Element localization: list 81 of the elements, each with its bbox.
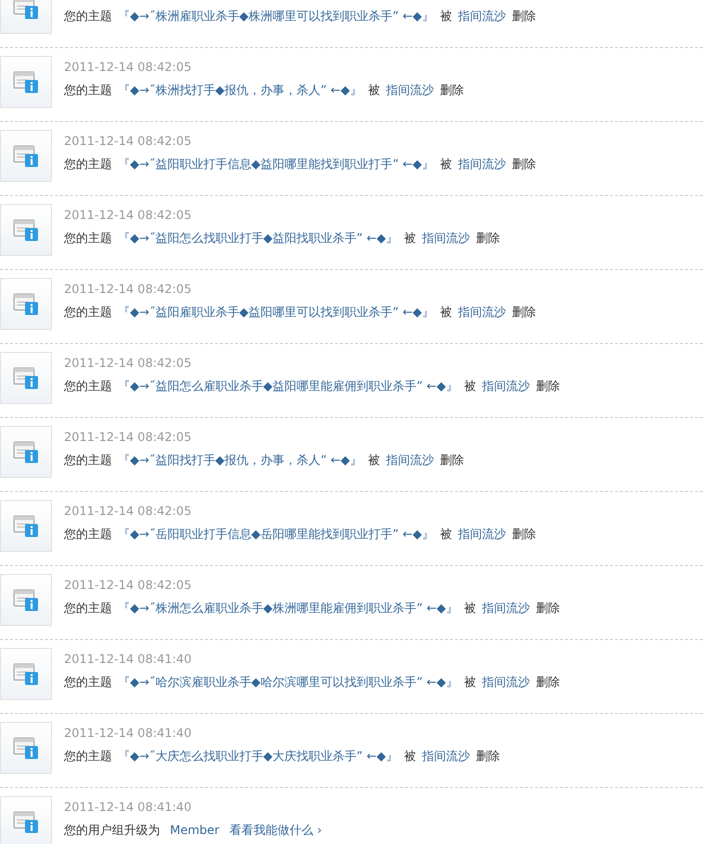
notice-text: 您的主题 <box>64 453 112 467</box>
notice-text: 您的主题 <box>64 601 112 615</box>
notice-text: 删除 <box>512 305 536 319</box>
topic-link[interactable]: 『◆→˝岳阳职业打手信息◆岳阳哪里能找到职业打手” ←◆』 <box>118 527 434 541</box>
user-link[interactable]: 指间流沙 <box>422 231 470 245</box>
notice-icon <box>13 588 39 612</box>
notice-icon <box>13 440 39 464</box>
notice-time: 2011-12-14 08:42:05 <box>64 430 192 444</box>
topic-link[interactable]: 『◆→˝益阳找打手◆报仇，办事，杀人” ←◆』 <box>118 453 362 467</box>
notice-text: 被 <box>464 601 476 615</box>
notice-time: 2011-12-14 08:41:40 <box>64 652 192 666</box>
topic-link[interactable]: 『◆→˝益阳雇职业杀手◆益阳哪里可以找到职业杀手” ←◆』 <box>118 305 434 319</box>
notice-time: 2011-12-14 08:42:05 <box>64 134 192 148</box>
notice-text: 您的主题 <box>64 83 112 97</box>
notice-text: 您的主题 <box>64 379 112 393</box>
notice-text: 您的用户组升级为 <box>64 823 160 837</box>
notice-icon <box>13 0 39 20</box>
topic-link[interactable]: 『◆→˝株洲找打手◆报仇，办事，杀人” ←◆』 <box>118 83 362 97</box>
notice-text: 被 <box>368 83 380 97</box>
notice-text: 删除 <box>536 601 560 615</box>
user-link[interactable]: 指间流沙 <box>458 305 506 319</box>
notice-text: 您的主题 <box>64 749 112 763</box>
notice-time: 2011-12-14 08:42:05 <box>64 578 192 592</box>
user-link[interactable]: 指间流沙 <box>482 379 530 393</box>
notice-text: 删除 <box>440 83 464 97</box>
user-link[interactable]: 指间流沙 <box>458 157 506 171</box>
topic-link[interactable]: 『◆→˝哈尔滨雇职业杀手◆哈尔滨哪里可以找到职业杀手” ←◆』 <box>118 675 458 689</box>
notice-icon <box>13 366 39 390</box>
topic-link[interactable]: 『◆→˝益阳怎么找职业打手◆益阳找职业杀手” ←◆』 <box>118 231 398 245</box>
notice-text: 被 <box>440 157 452 171</box>
user-link[interactable]: 指间流沙 <box>482 675 530 689</box>
notice-text: 被 <box>464 379 476 393</box>
notice-text: 被 <box>440 527 452 541</box>
notice-icon <box>13 810 39 834</box>
user-link[interactable]: 指间流沙 <box>422 749 470 763</box>
notice-icon <box>13 218 39 242</box>
notice-time: 2011-12-14 08:42:05 <box>64 60 192 74</box>
user-link[interactable]: 指间流沙 <box>386 453 434 467</box>
notice-time: 2011-12-14 08:42:05 <box>64 356 192 370</box>
topic-link[interactable]: 『◆→˝益阳职业打手信息◆益阳哪里能找到职业打手” ←◆』 <box>118 157 434 171</box>
notice-text: 您的主题 <box>64 9 112 23</box>
notice-icon <box>13 292 39 316</box>
notice-text: 您的主题 <box>64 157 112 171</box>
permissions-link[interactable]: 看看我能做什么 › <box>229 823 322 837</box>
notice-time: 2011-12-14 08:41:40 <box>64 726 192 740</box>
user-link[interactable]: 指间流沙 <box>482 601 530 615</box>
notice-text: 删除 <box>440 453 464 467</box>
notice-text: 您的主题 <box>64 305 112 319</box>
notice-text: 您的主题 <box>64 675 112 689</box>
user-link[interactable]: 指间流沙 <box>458 527 506 541</box>
notice-time: 2011-12-14 08:42:05 <box>64 208 192 222</box>
notice-text: 被 <box>404 749 416 763</box>
notice-text: 删除 <box>512 9 536 23</box>
notice-text: 删除 <box>536 675 560 689</box>
topic-link[interactable]: 『◆→˝益阳怎么雇职业杀手◆益阳哪里能雇佣到职业杀手” ←◆』 <box>118 379 458 393</box>
notice-icon <box>13 662 39 686</box>
notice-icon <box>13 736 39 760</box>
notice-time: 2011-12-14 08:42:05 <box>64 282 192 296</box>
notice-text: 被 <box>440 9 452 23</box>
notice-text: 删除 <box>476 231 500 245</box>
topic-link[interactable]: 『◆→˝株洲雇职业杀手◆株洲哪里可以找到职业杀手” ←◆』 <box>118 9 434 23</box>
notice-text: 您的主题 <box>64 231 112 245</box>
user-link[interactable]: 指间流沙 <box>458 9 506 23</box>
topic-link[interactable]: 『◆→˝大庆怎么找职业打手◆大庆找职业杀手” ←◆』 <box>118 749 398 763</box>
topic-link[interactable]: 『◆→˝株洲怎么雇职业杀手◆株洲哪里能雇佣到职业杀手” ←◆』 <box>118 601 458 615</box>
notice-icon <box>13 514 39 538</box>
notice-time: 2011-12-14 08:42:05 <box>64 504 192 518</box>
notice-text: 删除 <box>536 379 560 393</box>
notice-text: 被 <box>404 231 416 245</box>
notice-text: 删除 <box>512 157 536 171</box>
notice-text: 被 <box>368 453 380 467</box>
notice-text: 删除 <box>476 749 500 763</box>
notice-icon <box>13 70 39 94</box>
user-link[interactable]: 指间流沙 <box>386 83 434 97</box>
notice-text: 删除 <box>512 527 536 541</box>
notice-time: 2011-12-14 08:41:40 <box>64 800 192 814</box>
notice-text: 您的主题 <box>64 527 112 541</box>
notice-text: 被 <box>440 305 452 319</box>
notice-text: 被 <box>464 675 476 689</box>
notice-icon <box>13 144 39 168</box>
group-link[interactable]: Member <box>170 823 220 837</box>
